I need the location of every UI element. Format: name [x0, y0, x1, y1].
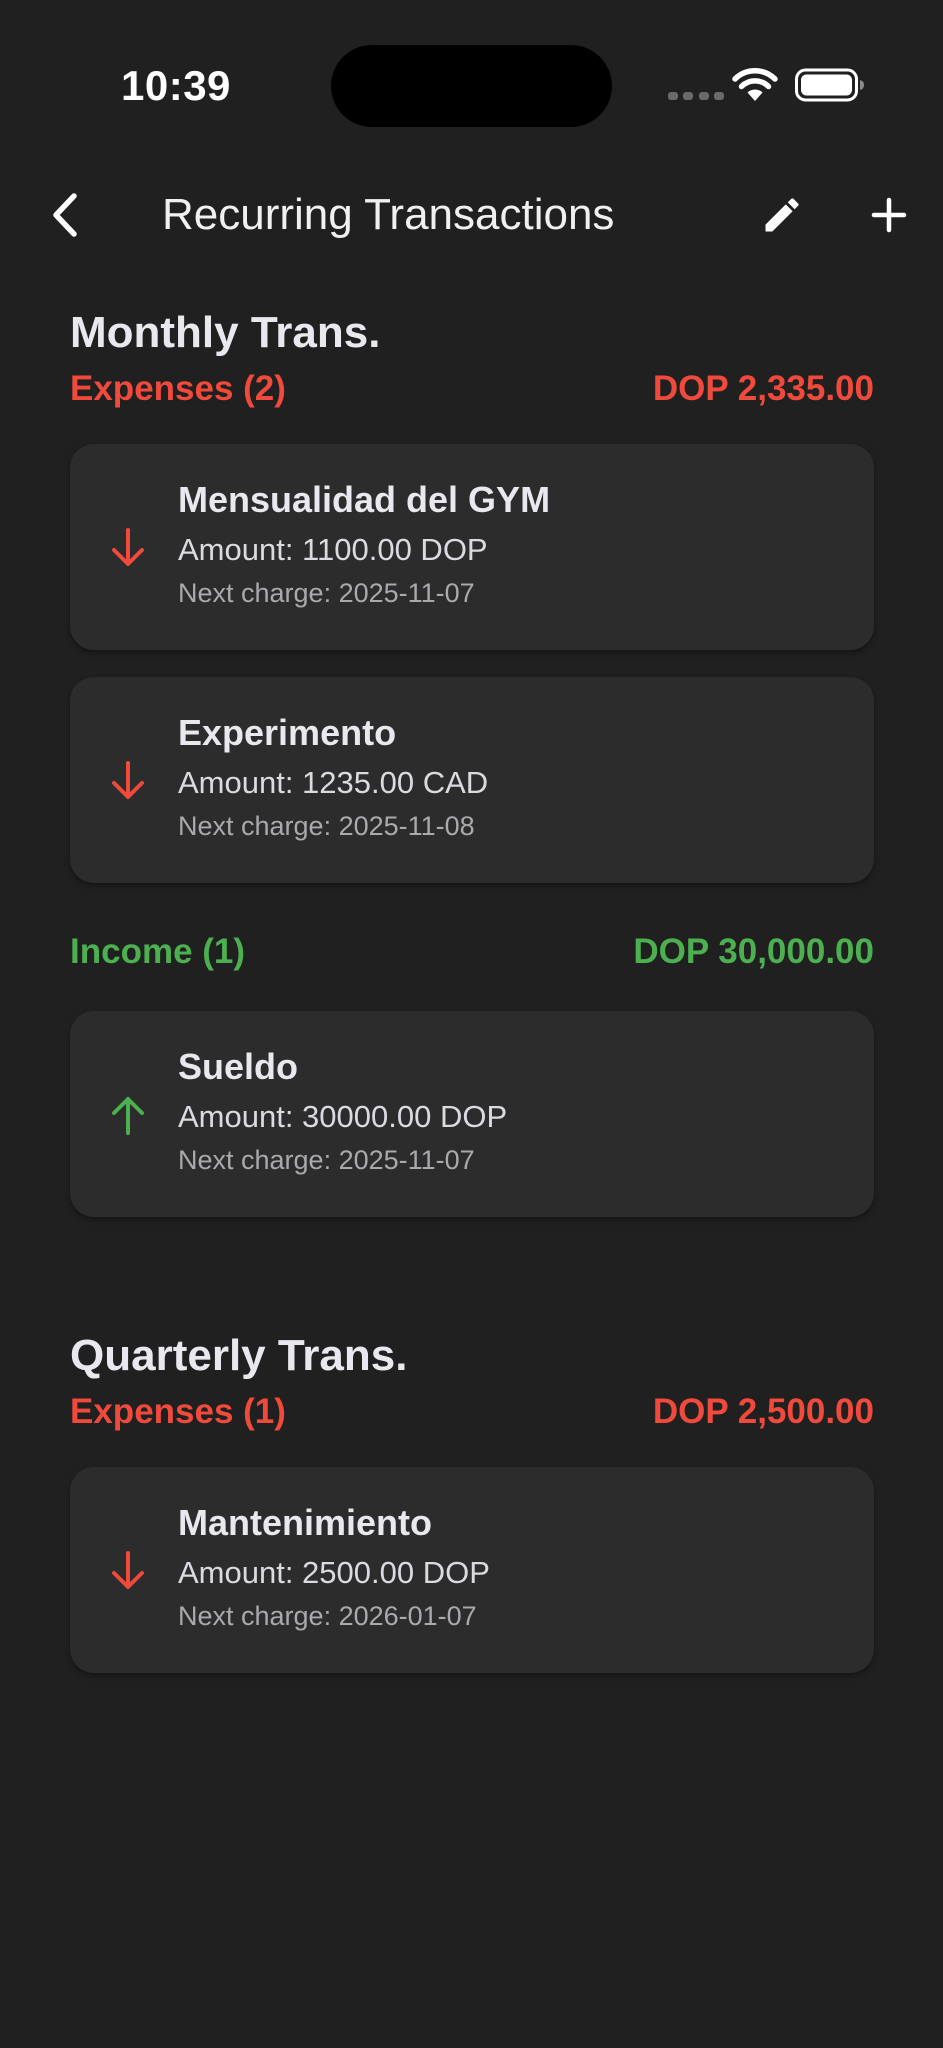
back-button[interactable] [40, 190, 90, 240]
group-total: DOP 2,500.00 [652, 1392, 874, 1431]
next-charge-date: Next charge: 2026-01-07 [178, 1601, 477, 1631]
section-title: Monthly Trans. [70, 308, 381, 357]
next-charge-date: Next charge: 2025-11-07 [178, 578, 475, 608]
group-label: Income (1) [70, 932, 246, 971]
transaction-card[interactable]: Sueldo Amount: 30000.00 DOP Next charge:… [70, 1011, 874, 1217]
transaction-name: Mensualidad del GYM [178, 479, 551, 520]
arrow-down-icon [112, 528, 144, 566]
dynamic-island [331, 45, 612, 127]
battery-icon [795, 68, 864, 102]
wifi-icon [732, 68, 778, 101]
navigation-bar: Recurring Transactions [0, 170, 943, 260]
transaction-amount: Amount: 30000.00 DOP [178, 1099, 508, 1134]
transaction-card[interactable]: Mantenimiento Amount: 2500.00 DOP Next c… [70, 1467, 874, 1673]
income-group-header: Income (1) DOP 30,000.00 [70, 929, 874, 975]
section-title: Quarterly Trans. [70, 1331, 408, 1380]
status-time: 10:39 [121, 62, 231, 109]
plus-icon [871, 197, 907, 233]
arrow-down-icon [112, 761, 144, 799]
chevron-left-icon [53, 193, 77, 237]
section-monthly: Monthly Trans. Expenses (2) DOP 2,335.00… [70, 302, 874, 1217]
arrow-down-icon [112, 1551, 144, 1589]
group-total: DOP 2,335.00 [652, 369, 874, 408]
transaction-name: Mantenimiento [178, 1502, 433, 1543]
transaction-card[interactable]: Mensualidad del GYM Amount: 1100.00 DOP … [70, 444, 874, 650]
arrow-up-icon [112, 1097, 144, 1135]
edit-button[interactable] [755, 188, 809, 242]
transaction-amount: Amount: 1100.00 DOP [178, 532, 488, 567]
status-bar: 10:39 [0, 0, 943, 150]
add-button[interactable] [862, 188, 916, 242]
expenses-group-header: Expenses (1) DOP 2,500.00 [70, 1389, 874, 1435]
group-label: Expenses (1) [70, 1392, 286, 1431]
pencil-icon [765, 198, 799, 232]
transaction-amount: Amount: 2500.00 DOP [178, 1555, 490, 1590]
recurring-list: Monthly Trans. Expenses (2) DOP 2,335.00… [70, 302, 874, 1673]
transaction-card[interactable]: Experimento Amount: 1235.00 CAD Next cha… [70, 677, 874, 883]
transaction-name: Experimento [178, 712, 397, 753]
group-label: Expenses (2) [70, 369, 286, 408]
transaction-amount: Amount: 1235.00 CAD [178, 765, 489, 800]
cellular-signal-icon [668, 92, 724, 100]
next-charge-date: Next charge: 2025-11-07 [178, 1145, 475, 1175]
section-quarterly: Quarterly Trans. Expenses (1) DOP 2,500.… [70, 1325, 874, 1673]
page-title: Recurring Transactions [162, 190, 615, 239]
next-charge-date: Next charge: 2025-11-08 [178, 811, 475, 841]
group-total: DOP 30,000.00 [633, 932, 874, 971]
transaction-name: Sueldo [178, 1046, 299, 1087]
expenses-group-header: Expenses (2) DOP 2,335.00 [70, 366, 874, 412]
